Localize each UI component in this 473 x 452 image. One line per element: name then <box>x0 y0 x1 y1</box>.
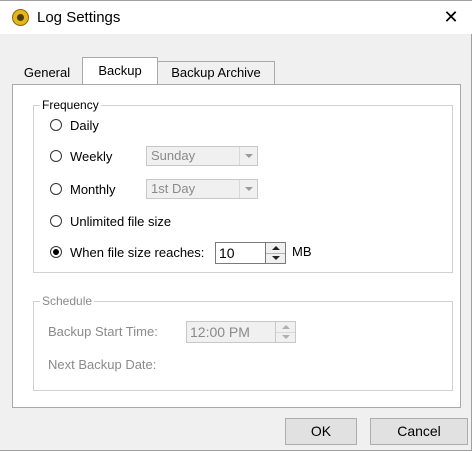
tab-backup-archive[interactable]: Backup Archive <box>158 61 275 84</box>
frequency-group-title: Frequency <box>40 98 101 112</box>
radio-daily[interactable]: Daily <box>50 116 99 134</box>
start-time-spinner: 12:00 PM <box>186 321 296 343</box>
title-bar: Log Settings ✕ <box>0 1 472 34</box>
spin-down-icon <box>276 332 295 342</box>
weekly-day-value: Sunday <box>151 148 196 163</box>
radio-unlimited[interactable]: Unlimited file size <box>50 212 171 230</box>
radio-size-limit-label: When file size reaches: <box>70 244 205 260</box>
start-time-input: 12:00 PM <box>186 321 276 343</box>
backup-tab-panel: Frequency Daily Weekly Sunday Monthly 1s… <box>12 84 461 408</box>
radio-daily-label: Daily <box>70 117 99 133</box>
ok-button[interactable]: OK <box>285 418 357 445</box>
chevron-down-icon <box>239 180 257 198</box>
radio-weekly[interactable]: Weekly <box>50 147 112 165</box>
radio-weekly-button[interactable] <box>50 150 62 162</box>
weekly-day-select: Sunday <box>146 146 258 166</box>
monthly-day-select: 1st Day <box>146 179 258 199</box>
size-input[interactable]: 10 <box>215 242 266 264</box>
log-settings-dialog: Log Settings ✕ General Backup Backup Arc… <box>0 0 472 451</box>
frequency-group: Frequency Daily Weekly Sunday Monthly 1s… <box>33 98 453 273</box>
radio-unlimited-label: Unlimited file size <box>70 213 172 229</box>
schedule-group-title: Schedule <box>40 294 95 308</box>
radio-size-limit[interactable]: When file size reaches: <box>50 243 204 261</box>
chevron-down-icon <box>239 147 257 165</box>
tab-backup[interactable]: Backup <box>82 57 158 84</box>
start-time-spin-buttons <box>276 321 296 343</box>
window-title: Log Settings <box>37 9 121 26</box>
radio-monthly-label: Monthly <box>70 181 116 197</box>
radio-monthly-button[interactable] <box>50 183 62 195</box>
close-button[interactable]: ✕ <box>430 1 472 34</box>
size-spin-buttons[interactable] <box>266 242 286 264</box>
spin-down-icon[interactable] <box>266 253 285 263</box>
start-time-label: Backup Start Time: <box>48 324 158 339</box>
size-unit-label: MB <box>292 244 312 259</box>
next-date-label: Next Backup Date: <box>48 357 157 372</box>
radio-unlimited-button[interactable] <box>50 215 62 227</box>
monthly-day-value: 1st Day <box>151 181 196 196</box>
radio-size-limit-button[interactable] <box>50 246 62 258</box>
radio-monthly[interactable]: Monthly <box>50 180 116 198</box>
tab-general[interactable]: General <box>12 61 82 84</box>
settings-gear-icon <box>12 9 29 26</box>
size-spinner[interactable]: 10 <box>215 242 286 264</box>
radio-weekly-label: Weekly <box>70 148 113 164</box>
cancel-button[interactable]: Cancel <box>370 418 468 445</box>
radio-daily-button[interactable] <box>50 119 62 131</box>
schedule-group: Schedule Backup Start Time: 12:00 PM Nex… <box>33 294 453 391</box>
